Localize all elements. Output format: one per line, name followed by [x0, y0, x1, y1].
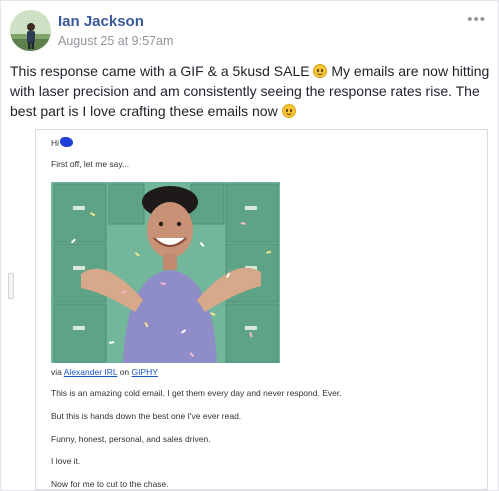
email-greeting: Hi	[51, 137, 74, 148]
email-gif[interactable]	[51, 182, 280, 363]
via-on: on	[117, 367, 132, 377]
post-body-text: This response came with a GIF & a 5kusd …	[10, 61, 492, 121]
email-body-line: Now for me to cut to the chase.	[51, 479, 169, 489]
email-body-line: But this is hands down the best one I've…	[51, 411, 242, 421]
post-timestamp[interactable]: August 25 at 9:57am	[58, 34, 173, 48]
author-name-link[interactable]: Ian Jackson	[58, 13, 144, 30]
gif-author-link[interactable]: Alexander IRL	[64, 367, 118, 377]
greeting-text: Hi	[51, 138, 60, 148]
smiley-emoji-icon	[313, 64, 328, 78]
post-text-part-1: This response came with a GIF & a 5kusd …	[10, 63, 314, 79]
more-options-icon[interactable]: •••	[467, 11, 486, 28]
email-screenshot: Hi First off, let me say... via Alexande…	[35, 129, 488, 490]
email-body-line: I love it.	[51, 456, 81, 466]
avatar-photo	[10, 10, 51, 51]
facebook-post: Ian Jackson August 25 at 9:57am ••• This…	[0, 0, 499, 491]
smiley-emoji-icon	[281, 104, 296, 118]
gif-image	[51, 182, 280, 363]
giphy-link[interactable]: GIPHY	[132, 367, 158, 377]
author-avatar[interactable]	[10, 10, 51, 51]
redacted-name	[60, 137, 74, 147]
side-scroll-handle[interactable]	[8, 273, 14, 299]
email-body-line: Funny, honest, personal, and sales drive…	[51, 434, 211, 444]
email-intro-line: First off, let me say...	[51, 159, 130, 169]
email-body-line: This is an amazing cold email. I get the…	[51, 388, 342, 398]
via-prefix: via	[51, 367, 64, 377]
gif-attribution: via Alexander IRL on GIPHY	[51, 367, 158, 377]
